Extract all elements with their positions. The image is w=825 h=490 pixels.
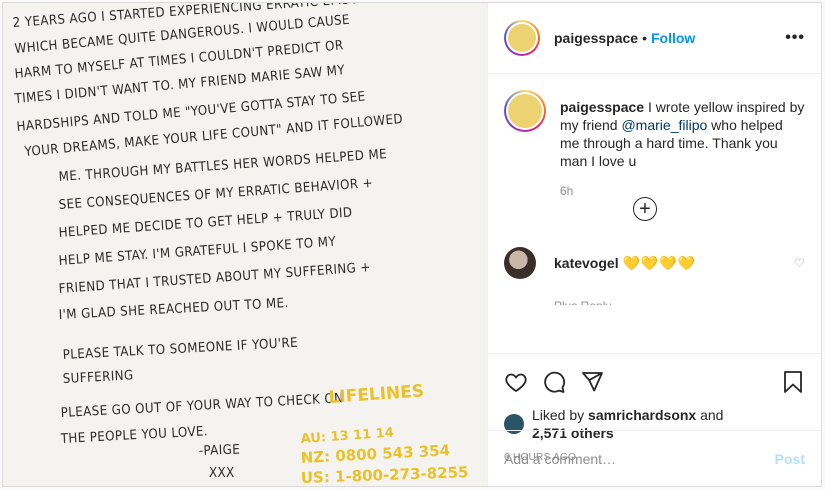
note-line: suffering	[62, 368, 133, 387]
note-signature: -Paige	[199, 443, 241, 459]
comment-body: 💛💛💛💛	[622, 254, 697, 271]
note-line: Please go out of your way to check on	[60, 391, 343, 421]
like-heart-icon[interactable]	[504, 370, 528, 394]
caption-text: paigesspace I wrote yellow inspired by m…	[560, 98, 805, 170]
follow-button[interactable]: Follow	[651, 30, 695, 46]
comment-bubble-icon[interactable]	[542, 370, 566, 394]
heart-outline-icon[interactable]: ♡	[794, 256, 805, 270]
liker-username[interactable]: samrichardsonx	[588, 407, 696, 423]
comments-section: paigesspace I wrote yellow inspired by m…	[488, 74, 821, 353]
load-more-comments-icon[interactable]: +	[633, 197, 657, 221]
liked-by-prefix: Liked by	[532, 407, 589, 423]
post-image-handwritten-note[interactable]: 2 years ago I started experiencing errat…	[3, 3, 488, 486]
handwritten-note: 2 years ago I started experiencing errat…	[12, 3, 469, 486]
lifeline-au: AU: 13 11 14	[300, 426, 394, 447]
note-line: the people you love.	[59, 424, 208, 447]
note-line: Please talk to someone if you're	[62, 336, 298, 363]
share-paper-plane-icon[interactable]	[580, 370, 604, 394]
comment-row: katevogel 💛💛💛💛 ♡	[504, 247, 805, 279]
liked-by-and: and	[696, 407, 724, 423]
more-options-icon[interactable]: •••	[785, 29, 805, 47]
note-kisses: xxx	[209, 466, 235, 481]
commenter-username[interactable]: katevogel	[554, 255, 619, 271]
lifelines-title: Lifelines	[328, 381, 425, 408]
post-sidebar: paigesspace • Follow ••• paigesspace I w…	[488, 3, 821, 486]
post-header: paigesspace • Follow •••	[488, 3, 821, 74]
comment-meta-partial: Plus Reply	[554, 299, 611, 305]
note-line: I'm glad she reached out to me.	[58, 296, 289, 323]
caption-avatar[interactable]	[504, 90, 546, 132]
post-comment-button[interactable]: Post	[775, 451, 805, 467]
comment-text: katevogel 💛💛💛💛	[554, 255, 696, 272]
caption-username[interactable]: paigesspace	[560, 99, 644, 115]
caption-timestamp[interactable]: 6h	[560, 184, 805, 198]
save-bookmark-icon[interactable]	[781, 370, 805, 394]
lifeline-us: US: 1-800-273-8255	[301, 463, 469, 486]
avatar[interactable]	[504, 20, 540, 56]
note-line: help me stay. I'm grateful I spoke to my	[58, 235, 337, 269]
instagram-post: 2 years ago I started experiencing errat…	[2, 2, 822, 487]
comment-input[interactable]	[504, 450, 775, 467]
commenter-avatar[interactable]	[504, 247, 536, 279]
caption: paigesspace I wrote yellow inspired by m…	[504, 90, 805, 170]
add-comment-bar: Post	[488, 430, 821, 486]
author-username[interactable]: paigesspace	[554, 30, 638, 46]
mention-link[interactable]: @marie_filipo	[621, 117, 707, 133]
separator-dot: •	[642, 30, 647, 46]
